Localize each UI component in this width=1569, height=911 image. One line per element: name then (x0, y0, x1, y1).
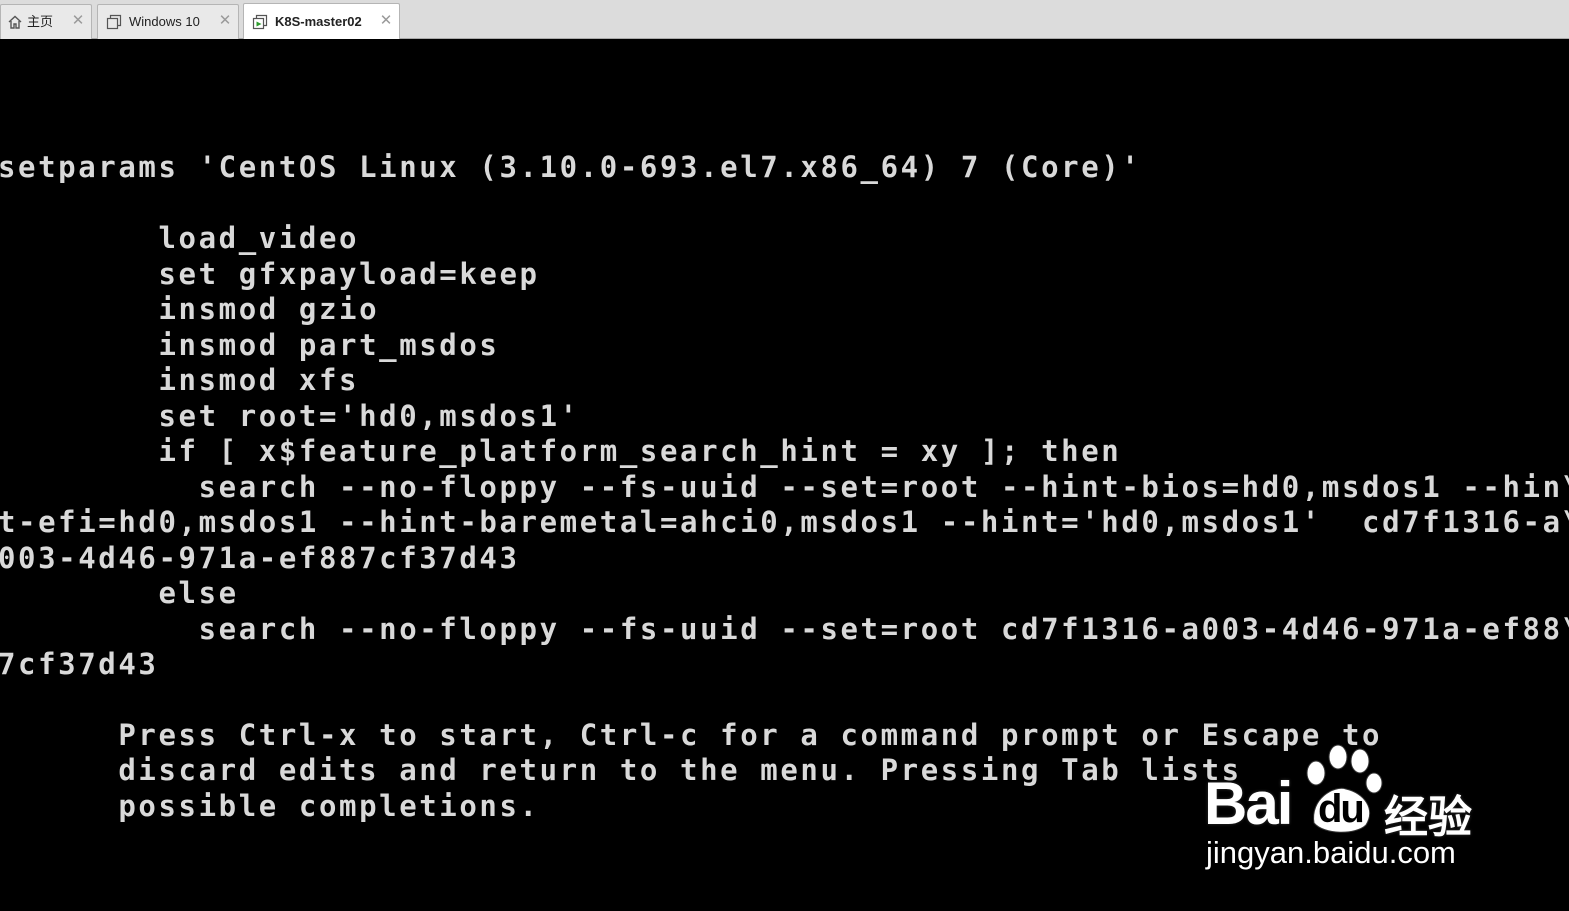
grub-line: set root='hd0,msdos1' (0, 399, 580, 433)
grub-help-line: possible completions. (0, 789, 540, 823)
tab-label: Windows 10 (129, 14, 200, 29)
close-icon[interactable]: ✕ (70, 13, 86, 29)
grub-line: insmod part_msdos (0, 328, 500, 362)
grub-line: 003-4d46-971a-ef887cf37d43 (0, 541, 520, 575)
grub-line: insmod xfs (0, 363, 360, 397)
vm-tab-bar: 主页 ✕ Windows 10 ✕ K8S-master02 ✕ (0, 0, 1569, 39)
grub-line: search --no-floppy --fs-uuid --set=root … (0, 470, 1569, 504)
close-icon[interactable]: ✕ (378, 13, 394, 29)
tab-home[interactable]: 主页 ✕ (0, 4, 92, 39)
grub-line: set gfxpayload=keep (0, 257, 540, 291)
tab-label: K8S-master02 (275, 14, 362, 29)
vm-icon (106, 14, 122, 30)
baidu-jingyan-watermark: Bai du 经验 jingyan.baidu.com (1196, 743, 1496, 883)
grub-line: t-efi=hd0,msdos1 --hint-baremetal=ahci0,… (0, 505, 1569, 539)
close-icon[interactable]: ✕ (217, 13, 233, 29)
grub-line: insmod gzio (0, 292, 380, 326)
grub-line: 7cf37d43 (0, 647, 159, 681)
watermark-brand-bai: Bai (1204, 770, 1293, 837)
grub-setparams-line: setparams 'CentOS Linux (3.10.0-693.el7.… (0, 150, 1142, 184)
grub-line: search --no-floppy --fs-uuid --set=root … (0, 612, 1569, 646)
grub-help-line: Press Ctrl-x to start, Ctrl-c for a comm… (0, 718, 1383, 752)
grub-line: else (0, 576, 239, 610)
watermark-brand-du: du (1318, 787, 1365, 831)
grub-line: load_video (0, 221, 360, 255)
watermark-url: jingyan.baidu.com (1206, 835, 1456, 870)
grub-help-line: discard edits and return to the menu. Pr… (0, 753, 1242, 787)
tab-windows-10[interactable]: Windows 10 ✕ (97, 4, 239, 39)
grub-line: if [ x$feature_platform_search_hint = xy… (0, 434, 1122, 468)
vm-running-icon (252, 14, 268, 30)
tab-k8s-master02[interactable]: K8S-master02 ✕ (243, 3, 400, 39)
tab-label: 主页 (27, 14, 54, 29)
home-icon (8, 15, 22, 29)
